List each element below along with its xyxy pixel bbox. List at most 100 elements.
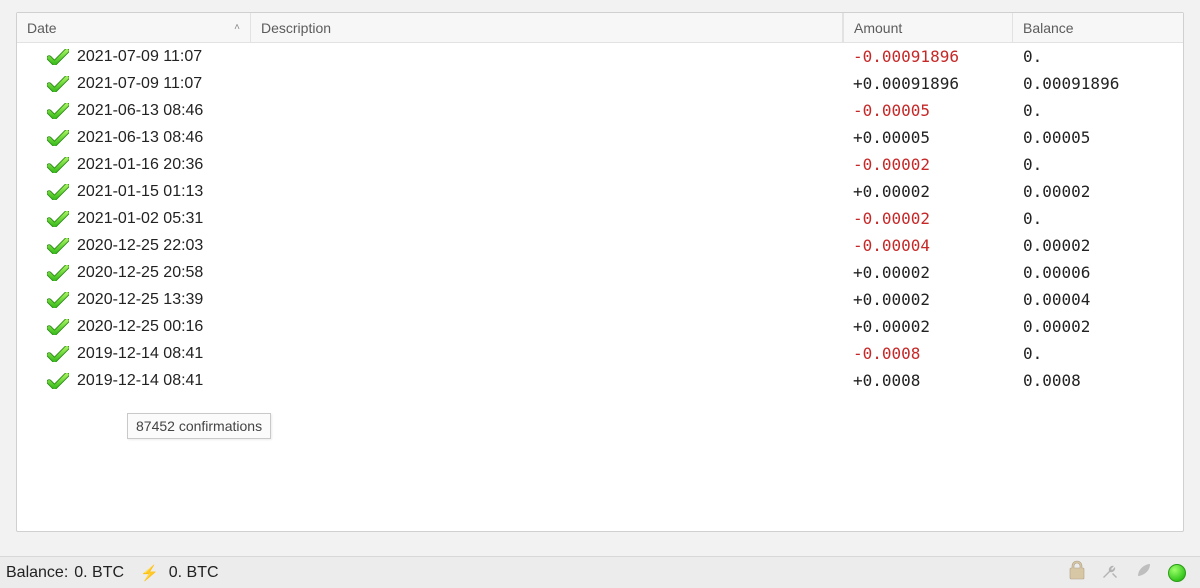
transaction-date: 2021-01-15 01:13	[77, 183, 203, 201]
table-row[interactable]: 2021-06-13 08:46 +0.000050.00005	[17, 124, 1183, 151]
cell-date: 2021-01-02 05:31	[17, 210, 251, 228]
sort-ascending-icon: ˄	[234, 22, 240, 33]
cell-balance: 0.	[1013, 47, 1183, 66]
table-row[interactable]: 2020-12-25 00:16 +0.000020.00002	[17, 313, 1183, 340]
lock-icon[interactable]	[1068, 560, 1086, 585]
cell-date: 2021-01-15 01:13	[17, 183, 251, 201]
seed-icon[interactable]	[1134, 560, 1154, 585]
confirmed-check-icon	[47, 184, 69, 200]
cell-date: 2021-06-13 08:46	[17, 129, 251, 147]
cell-balance: 0.	[1013, 344, 1183, 363]
table-row[interactable]: 2020-12-25 22:03 -0.000040.00002	[17, 232, 1183, 259]
cell-date: 2021-06-13 08:46	[17, 102, 251, 120]
transactions-panel: Date ˄ Description Amount Balance 2021-0…	[16, 12, 1184, 532]
transaction-date: 2021-01-16 20:36	[77, 156, 203, 174]
cell-amount: +0.00005	[843, 128, 1013, 147]
tools-icon[interactable]	[1100, 560, 1120, 585]
transaction-date: 2021-06-13 08:46	[77, 129, 203, 147]
cell-balance: 0.00091896	[1013, 74, 1183, 93]
confirmations-tooltip-text: 87452 confirmations	[136, 418, 262, 434]
cell-balance: 0.00006	[1013, 263, 1183, 282]
transaction-date: 2020-12-25 22:03	[77, 237, 203, 255]
cell-amount: +0.00091896	[843, 74, 1013, 93]
status-icons	[1068, 560, 1194, 585]
confirmed-check-icon	[47, 292, 69, 308]
column-header-description[interactable]: Description	[251, 13, 843, 42]
cell-balance: 0.00005	[1013, 128, 1183, 147]
cell-balance: 0.00002	[1013, 317, 1183, 336]
confirmed-check-icon	[47, 103, 69, 119]
cell-date: 2020-12-25 20:58	[17, 264, 251, 282]
transaction-date: 2019-12-14 08:41	[77, 372, 203, 390]
column-header-date[interactable]: Date ˄	[17, 13, 251, 42]
cell-amount: -0.00005	[843, 101, 1013, 120]
transactions-list: 2021-07-09 11:07-0.000918960. 2021-07-09…	[17, 43, 1183, 394]
cell-balance: 0.	[1013, 101, 1183, 120]
table-row[interactable]: 2021-07-09 11:07 +0.000918960.00091896	[17, 70, 1183, 97]
cell-balance: 0.0008	[1013, 371, 1183, 390]
table-row[interactable]: 2021-01-02 05:31 -0.000020.	[17, 205, 1183, 232]
transaction-date: 2019-12-14 08:41	[77, 345, 203, 363]
cell-date: 2021-01-16 20:36	[17, 156, 251, 174]
column-header-amount[interactable]: Amount	[843, 13, 1013, 42]
cell-balance: 0.00004	[1013, 290, 1183, 309]
transaction-date: 2021-07-09 11:07	[77, 75, 202, 93]
cell-amount: +0.0008	[843, 371, 1013, 390]
cell-amount: +0.00002	[843, 317, 1013, 336]
confirmed-check-icon	[47, 76, 69, 92]
confirmed-check-icon	[47, 265, 69, 281]
transaction-date: 2020-12-25 00:16	[77, 318, 203, 336]
cell-amount: -0.00002	[843, 209, 1013, 228]
table-row[interactable]: 2019-12-14 08:41 +0.00080.0008	[17, 367, 1183, 394]
confirmed-check-icon	[47, 130, 69, 146]
cell-date: 2020-12-25 00:16	[17, 318, 251, 336]
table-row[interactable]: 2020-12-25 13:39 +0.000020.00004	[17, 286, 1183, 313]
confirmed-check-icon	[47, 211, 69, 227]
cell-amount: -0.00004	[843, 236, 1013, 255]
status-balance-value: 0. BTC	[74, 564, 124, 582]
transaction-date: 2021-06-13 08:46	[77, 102, 203, 120]
cell-date: 2021-07-09 11:07	[17, 48, 251, 66]
cell-date: 2019-12-14 08:41	[17, 372, 251, 390]
cell-balance: 0.00002	[1013, 236, 1183, 255]
status-balance-label: Balance:	[6, 564, 68, 582]
column-header-balance-label: Balance	[1023, 20, 1074, 36]
table-row[interactable]: 2021-07-09 11:07 -0.000918960.	[17, 43, 1183, 70]
confirmed-check-icon	[47, 238, 69, 254]
column-header-date-label: Date	[27, 20, 57, 36]
confirmed-check-icon	[47, 346, 69, 362]
network-status-icon[interactable]	[1168, 564, 1186, 582]
table-row[interactable]: 2020-12-25 20:58 +0.000020.00006	[17, 259, 1183, 286]
confirmed-check-icon	[47, 49, 69, 65]
transaction-date: 2020-12-25 13:39	[77, 291, 203, 309]
transaction-date: 2021-07-09 11:07	[77, 48, 202, 66]
confirmed-check-icon	[47, 157, 69, 173]
column-header-balance[interactable]: Balance	[1013, 13, 1183, 42]
status-lightning-value: 0. BTC	[169, 564, 219, 582]
cell-amount: +0.00002	[843, 290, 1013, 309]
table-row[interactable]: 2021-06-13 08:46 -0.000050.	[17, 97, 1183, 124]
confirmations-tooltip: 87452 confirmations	[127, 413, 271, 439]
cell-date: 2020-12-25 22:03	[17, 237, 251, 255]
cell-amount: -0.00091896	[843, 47, 1013, 66]
status-bar: Balance: 0. BTC ⚡ 0. BTC	[0, 556, 1200, 588]
cell-date: 2019-12-14 08:41	[17, 345, 251, 363]
cell-amount: +0.00002	[843, 263, 1013, 282]
table-row[interactable]: 2021-01-15 01:13+0.000020.00002	[17, 178, 1183, 205]
cell-balance: 0.	[1013, 209, 1183, 228]
confirmed-check-icon	[47, 319, 69, 335]
table-header-row: Date ˄ Description Amount Balance	[17, 13, 1183, 43]
cell-date: 2020-12-25 13:39	[17, 291, 251, 309]
lightning-icon: ⚡	[140, 564, 159, 582]
cell-date: 2021-07-09 11:07	[17, 75, 251, 93]
table-row[interactable]: 2021-01-16 20:36-0.000020.	[17, 151, 1183, 178]
column-header-description-label: Description	[261, 20, 331, 36]
cell-balance: 0.00002	[1013, 182, 1183, 201]
transaction-date: 2021-01-02 05:31	[77, 210, 203, 228]
table-row[interactable]: 2019-12-14 08:41 -0.00080.	[17, 340, 1183, 367]
cell-amount: -0.0008	[843, 344, 1013, 363]
confirmed-check-icon	[47, 373, 69, 389]
column-header-amount-label: Amount	[854, 20, 902, 36]
cell-balance: 0.	[1013, 155, 1183, 174]
transaction-date: 2020-12-25 20:58	[77, 264, 203, 282]
